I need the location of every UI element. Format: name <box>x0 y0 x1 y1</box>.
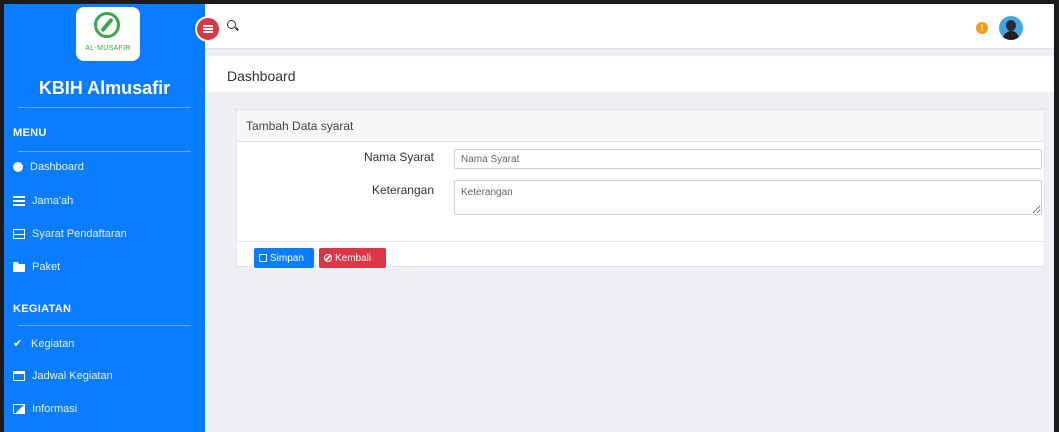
search-handle <box>235 26 239 31</box>
sidebar-item-syarat-pendaftaran[interactable]: Syarat Pendaftaran <box>13 224 198 244</box>
avatar-body <box>1003 31 1019 40</box>
logo[interactable]: AL-MUSAFIR <box>76 7 140 61</box>
form-card: Tambah Data syarat Nama Syarat Keteranga… <box>236 109 1045 268</box>
page-header: Dashboard <box>205 56 1054 92</box>
nama-syarat-input[interactable] <box>454 149 1042 169</box>
divider <box>18 107 191 108</box>
back-button[interactable]: Kembali <box>319 248 386 268</box>
folder-icon <box>13 262 25 272</box>
list-icon <box>13 196 25 206</box>
brand-title[interactable]: KBIH Almusafir <box>4 78 205 99</box>
sidebar-item-label: Jadwal Kegiatan <box>32 370 113 382</box>
sidebar-toggle-button[interactable] <box>197 18 219 40</box>
sidebar-item-label: Jama'ah <box>32 195 74 207</box>
card-header: Tambah Data syarat <box>237 110 1044 142</box>
sidebar-item-label: Syarat Pendaftaran <box>32 228 127 240</box>
sidebar-item-jamaah[interactable]: Jama'ah <box>13 191 198 211</box>
ban-icon <box>324 254 332 262</box>
sidebar-item-informasi[interactable]: Informasi <box>13 399 198 419</box>
table-icon <box>13 229 25 239</box>
info-icon[interactable]: ! <box>976 22 988 34</box>
section-title-kegiatan: KEGIATAN <box>13 303 72 315</box>
sidebar-item-label: Informasi <box>32 403 78 415</box>
save-icon <box>259 254 267 262</box>
sidebar-item-jadwal-kegiatan[interactable]: Jadwal Kegiatan <box>13 366 198 386</box>
calendar-icon <box>13 371 25 381</box>
divider <box>18 151 191 152</box>
sidebar-item-paket[interactable]: Paket <box>13 257 198 277</box>
logo-text: AL-MUSAFIR <box>85 45 131 52</box>
image-icon <box>13 404 25 414</box>
avatar-head <box>1006 20 1016 31</box>
keterangan-textarea[interactable] <box>454 180 1042 215</box>
sidebar: AL-MUSAFIR KBIH Almusafir MENU Dashboard… <box>4 4 205 432</box>
section-title-menu: MENU <box>13 127 47 139</box>
page-title: Dashboard <box>227 68 296 84</box>
save-button[interactable]: Simpan <box>254 248 314 268</box>
dashboard-icon <box>13 162 23 172</box>
divider <box>18 325 191 326</box>
card-title: Tambah Data syarat <box>246 119 354 133</box>
nama-syarat-label: Nama Syarat <box>363 150 434 164</box>
back-button-label: Kembali <box>335 252 372 264</box>
keterangan-label: Keterangan <box>371 183 434 197</box>
sidebar-item-label: Paket <box>32 261 61 273</box>
sidebar-item-kegiatan[interactable]: ✔ Kegiatan <box>13 334 198 354</box>
card-footer: Simpan Kembali <box>237 241 1044 268</box>
menu-bar-icon <box>203 25 213 27</box>
sidebar-item-label: Dashboard <box>30 161 84 173</box>
menu-bar-icon <box>203 28 213 30</box>
check-icon: ✔ <box>13 338 23 350</box>
app-frame: AL-MUSAFIR KBIH Almusafir MENU Dashboard… <box>4 4 1054 432</box>
sidebar-item-dashboard[interactable]: Dashboard <box>13 157 198 177</box>
topbar: ! <box>197 4 1054 48</box>
avatar[interactable] <box>999 16 1023 40</box>
menu-bar-icon <box>203 31 213 33</box>
sidebar-item-label: Kegiatan <box>31 338 75 350</box>
save-button-label: Simpan <box>270 252 304 264</box>
search-icon[interactable] <box>227 20 241 34</box>
